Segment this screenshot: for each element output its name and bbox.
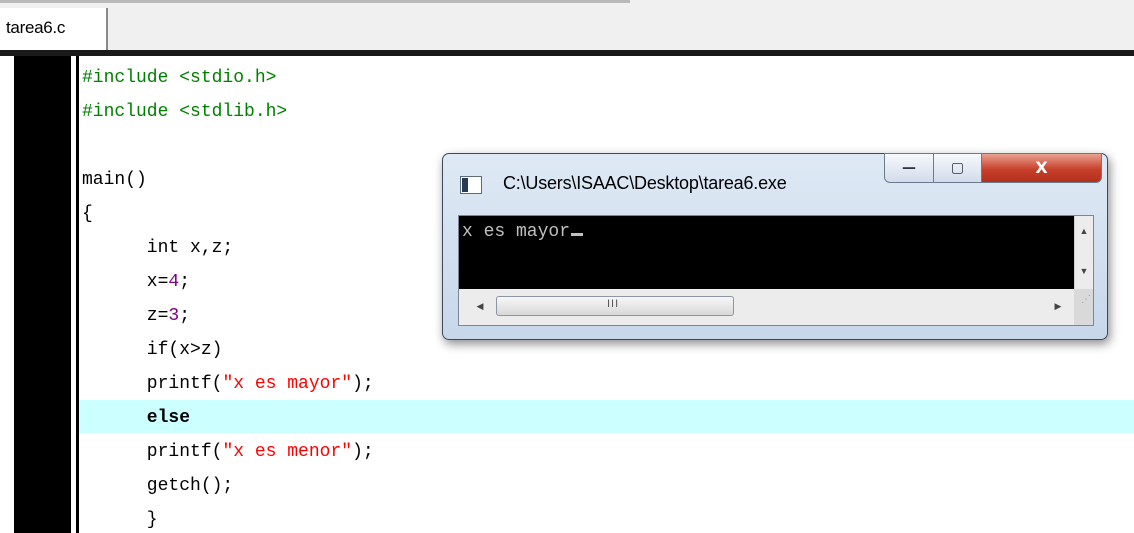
close-icon: X xyxy=(1035,158,1048,177)
code-line[interactable]: #include <stdio.h> xyxy=(82,61,374,95)
window-controls: — ▢ X xyxy=(884,153,1102,183)
gutter-edge xyxy=(76,56,79,533)
vertical-scrollbar[interactable]: ▲ ▼ xyxy=(1074,216,1093,289)
code-token: int x,z; xyxy=(82,238,234,258)
console-window[interactable]: C:\Users\ISAAC\Desktop\tarea6.exe — ▢ X … xyxy=(442,153,1108,340)
code-line[interactable]: { xyxy=(82,197,374,231)
code-line[interactable]: int x,z; xyxy=(82,231,374,265)
code-line[interactable]: else xyxy=(82,401,374,435)
horizontal-scroll-thumb[interactable]: III xyxy=(496,296,734,316)
scroll-up-arrow-icon[interactable]: ▲ xyxy=(1075,222,1093,240)
console-output: x es mayor xyxy=(462,222,584,242)
code-line[interactable]: printf("x es mayor"); xyxy=(82,367,374,401)
code-token: "x es menor" xyxy=(222,442,353,462)
console-app-icon xyxy=(460,176,482,194)
horizontal-scrollbar[interactable]: ◀ III ▶ xyxy=(459,289,1074,325)
text-cursor xyxy=(571,233,584,236)
console-client-area: x es mayor ▲ ▼ ◀ III ▶ ⋰ xyxy=(458,215,1094,326)
code-line[interactable]: } xyxy=(82,503,374,533)
code-token: getch(); xyxy=(82,476,234,496)
maximize-icon: ▢ xyxy=(950,160,965,176)
code-token: z= xyxy=(82,306,169,326)
code-line[interactable]: main() xyxy=(82,163,374,197)
console-screen[interactable]: x es mayor xyxy=(459,216,1074,289)
code-token: x= xyxy=(82,272,169,292)
tab-tarea6[interactable]: tarea6.c xyxy=(0,8,108,50)
code-token: 4 xyxy=(168,272,180,292)
code-token: ; xyxy=(179,306,191,326)
maximize-button[interactable]: ▢ xyxy=(934,153,982,183)
code-token: 3 xyxy=(168,306,180,326)
console-output-text: x es mayor xyxy=(462,222,571,242)
scroll-right-arrow-icon[interactable]: ▶ xyxy=(1049,297,1067,315)
code-token: else xyxy=(82,408,191,428)
toolbar-border xyxy=(0,0,630,3)
editor-top-border xyxy=(0,50,1134,56)
code-token: #include <stdio.h> xyxy=(82,68,277,88)
code-token: #include <stdlib.h> xyxy=(82,102,288,122)
minimize-icon: — xyxy=(902,160,916,176)
code-token: "x es mayor" xyxy=(222,374,353,394)
code-token: printf( xyxy=(82,374,223,394)
console-title: C:\Users\ISAAC\Desktop\tarea6.exe xyxy=(503,173,787,193)
code-line[interactable]: x=4; xyxy=(82,265,374,299)
code-token: if(x>z) xyxy=(82,340,223,360)
code-line[interactable]: #include <stdlib.h> xyxy=(82,95,374,129)
code-line[interactable]: getch(); xyxy=(82,469,374,503)
code-token: main() xyxy=(82,170,147,190)
editor-gutter xyxy=(14,56,71,533)
close-button[interactable]: X xyxy=(982,153,1102,183)
scroll-left-arrow-icon[interactable]: ◀ xyxy=(471,297,489,315)
code-line[interactable] xyxy=(82,129,374,163)
code-token: { xyxy=(82,204,93,224)
scroll-down-arrow-icon[interactable]: ▼ xyxy=(1075,262,1093,280)
code-line[interactable]: z=3; xyxy=(82,299,374,333)
source-code[interactable]: #include <stdio.h> #include <stdlib.h> mai… xyxy=(82,61,374,533)
code-line[interactable]: printf("x es menor"); xyxy=(82,435,374,469)
code-line[interactable]: if(x>z) xyxy=(82,333,374,367)
thumb-grip: III xyxy=(607,298,620,310)
resize-grip-icon[interactable]: ⋰ xyxy=(1075,294,1091,320)
code-token: ); xyxy=(352,442,374,462)
code-token: } xyxy=(82,510,158,530)
minimize-button[interactable]: — xyxy=(884,153,934,183)
tab-strip: tarea6.c xyxy=(0,0,1134,50)
code-token: printf( xyxy=(82,442,223,462)
tab-label: tarea6.c xyxy=(6,18,66,37)
code-token: ; xyxy=(179,272,191,292)
code-token: ); xyxy=(352,374,374,394)
